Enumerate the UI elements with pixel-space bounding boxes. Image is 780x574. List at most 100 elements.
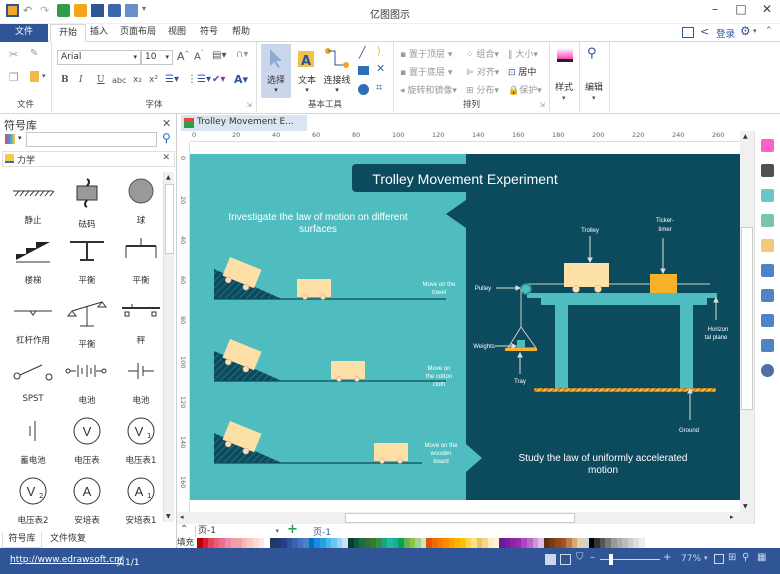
- bring-to-front-button[interactable]: ▪ 置于顶层 ▾: [400, 47, 452, 60]
- symbol-item[interactable]: 平衡: [58, 296, 116, 350]
- zoom-out-button[interactable]: –: [590, 552, 595, 563]
- symbol-item[interactable]: V 2 电压表2: [4, 476, 62, 526]
- underline-button[interactable]: U: [97, 75, 105, 85]
- select-tool-button[interactable]: 选择 ▾: [261, 44, 291, 98]
- website-link[interactable]: http://www.edrawsoft.cn/: [10, 555, 123, 565]
- canvas[interactable]: Trolley Movement Experiment Investigate …: [190, 142, 740, 512]
- page-select[interactable]: 页-1 ▾: [195, 525, 283, 537]
- zoom-slider-thumb[interactable]: [609, 554, 613, 565]
- close-button[interactable]: ✕: [754, 0, 780, 20]
- maximize-button[interactable]: □: [728, 0, 754, 20]
- hyperlink-panel-icon[interactable]: [761, 289, 774, 302]
- protect-button[interactable]: 🔒保护▾: [508, 83, 542, 96]
- tab-file-recovery[interactable]: 文件恢复: [50, 532, 86, 546]
- search-icon[interactable]: ⚲: [162, 131, 171, 145]
- normal-view-icon[interactable]: [545, 554, 556, 565]
- fit-width-icon[interactable]: ⊞: [728, 552, 736, 563]
- horizontal-scrollbar[interactable]: ◂ ▸: [177, 512, 754, 524]
- symbol-item[interactable]: 静止: [4, 176, 62, 226]
- send-to-back-button[interactable]: ▪ 置于底层 ▾: [400, 65, 452, 78]
- symbol-item[interactable]: SPST: [4, 356, 62, 404]
- paste-dropdown-icon[interactable]: ▾: [42, 72, 46, 80]
- fill-panel-icon[interactable]: [761, 189, 774, 202]
- shape-outline-icon[interactable]: ∩▾: [236, 49, 248, 60]
- fit-page-icon[interactable]: [714, 554, 724, 564]
- symbol-item[interactable]: 球: [112, 176, 170, 226]
- line-tool-icon[interactable]: ╱: [359, 46, 366, 59]
- add-page-button[interactable]: +: [287, 522, 298, 537]
- collapse-ribbon-icon[interactable]: ⌃: [765, 26, 773, 36]
- library-menu-dropdown-icon[interactable]: ▾: [18, 134, 22, 142]
- zoom-level[interactable]: 77%: [681, 554, 701, 564]
- align-button[interactable]: ⊫ 对齐▾: [466, 65, 499, 78]
- line-spacing-icon[interactable]: ☰▾: [165, 74, 179, 85]
- italic-button[interactable]: I: [79, 75, 83, 85]
- cut-icon[interactable]: ✂: [9, 48, 18, 61]
- grow-font-icon[interactable]: A^: [177, 50, 190, 63]
- arrange-dialog-launcher-icon[interactable]: ⇲: [539, 101, 545, 109]
- tab-home[interactable]: 开始: [50, 24, 87, 42]
- text-highlight-icon[interactable]: ✔▾: [212, 74, 225, 85]
- tab-insert[interactable]: 插入: [82, 24, 116, 42]
- symbol-item[interactable]: 楼梯: [4, 236, 62, 286]
- symbol-item[interactable]: A 安培表: [58, 476, 116, 526]
- crop-tool-icon[interactable]: ⌗: [376, 81, 382, 95]
- tab-file[interactable]: 文件: [0, 24, 48, 42]
- screenshot-icon[interactable]: [682, 27, 694, 38]
- zoom-in-button[interactable]: +: [663, 552, 671, 563]
- line-panel-icon[interactable]: [761, 164, 774, 177]
- ribbon-group-style[interactable]: 样式 ▾: [550, 42, 580, 112]
- settings-dropdown-icon[interactable]: ▾: [753, 27, 757, 35]
- copy-icon[interactable]: ❐: [9, 71, 19, 84]
- comment-panel-icon[interactable]: [761, 339, 774, 352]
- shrink-font-icon[interactable]: Aˇ: [194, 50, 204, 62]
- tab-help[interactable]: 帮助: [224, 24, 258, 42]
- share-icon[interactable]: <: [700, 25, 709, 38]
- subscript-button[interactable]: x₂: [133, 75, 142, 85]
- font-size-select[interactable]: 10 ▾: [141, 50, 173, 65]
- format-painter-icon[interactable]: ✎: [30, 48, 38, 59]
- font-dialog-launcher-icon[interactable]: ⇲: [246, 101, 252, 109]
- settings-icon[interactable]: ⚙: [740, 24, 751, 38]
- superscript-button[interactable]: x²: [149, 75, 158, 85]
- center-button[interactable]: ⊡ 居中: [508, 65, 536, 78]
- symbol-item[interactable]: 蓄电池: [4, 416, 62, 466]
- connector-tool-button[interactable]: 连接线 ▾: [321, 44, 353, 98]
- symbol-item[interactable]: 砝码: [58, 176, 116, 230]
- zoom-dropdown-icon[interactable]: ▾: [704, 554, 708, 562]
- symbol-item[interactable]: 平衡: [58, 236, 116, 286]
- font-color-icon[interactable]: A▾: [234, 73, 248, 86]
- minimize-button[interactable]: –: [702, 0, 728, 20]
- paste-icon[interactable]: [30, 71, 39, 82]
- color-swatch[interactable]: [638, 538, 645, 548]
- layer-panel-icon[interactable]: [761, 239, 774, 252]
- document-tab[interactable]: Trolley Movement E... ✕: [181, 115, 307, 142]
- full-screen-icon[interactable]: ▦: [757, 552, 766, 563]
- page-panel-icon[interactable]: [761, 264, 774, 277]
- rectangle-tool-icon[interactable]: [358, 66, 369, 75]
- symbol-item[interactable]: 平衡: [112, 236, 170, 286]
- login-link[interactable]: 登录: [716, 26, 735, 40]
- symbol-item[interactable]: 电池: [112, 356, 170, 406]
- symbol-item[interactable]: 秤: [112, 296, 170, 346]
- text-tool-button[interactable]: A 文本 ▾: [293, 44, 321, 98]
- size-button[interactable]: ‖ 大小▾: [508, 47, 538, 60]
- point-tool-icon[interactable]: ✕: [376, 62, 385, 75]
- attachment-panel-icon[interactable]: [761, 314, 774, 327]
- tab-view[interactable]: 视图: [160, 24, 194, 42]
- align-icon[interactable]: ▤▾: [212, 50, 226, 61]
- tab-page-layout[interactable]: 页面布局: [112, 24, 164, 42]
- library-search-input[interactable]: [26, 132, 157, 147]
- symbol-item[interactable]: V 电压表: [58, 416, 116, 466]
- curve-tool-icon[interactable]: ⟩: [377, 46, 381, 57]
- bold-button[interactable]: B: [61, 75, 69, 85]
- library-menu-icon[interactable]: [5, 134, 15, 144]
- tab-symbols[interactable]: 符号: [192, 24, 226, 42]
- symbol-item[interactable]: V 1 电压表1: [112, 416, 170, 466]
- font-family-select[interactable]: Arial ▾: [57, 50, 141, 65]
- rotate-mirror-button[interactable]: ◂ 旋转和镜像▾: [400, 83, 457, 96]
- category-header[interactable]: 力学 ✕: [2, 151, 175, 167]
- style-panel-icon[interactable]: [761, 139, 774, 152]
- outline-view-icon[interactable]: [560, 554, 571, 565]
- distribute-button[interactable]: ⊞ 分布▾: [466, 83, 499, 96]
